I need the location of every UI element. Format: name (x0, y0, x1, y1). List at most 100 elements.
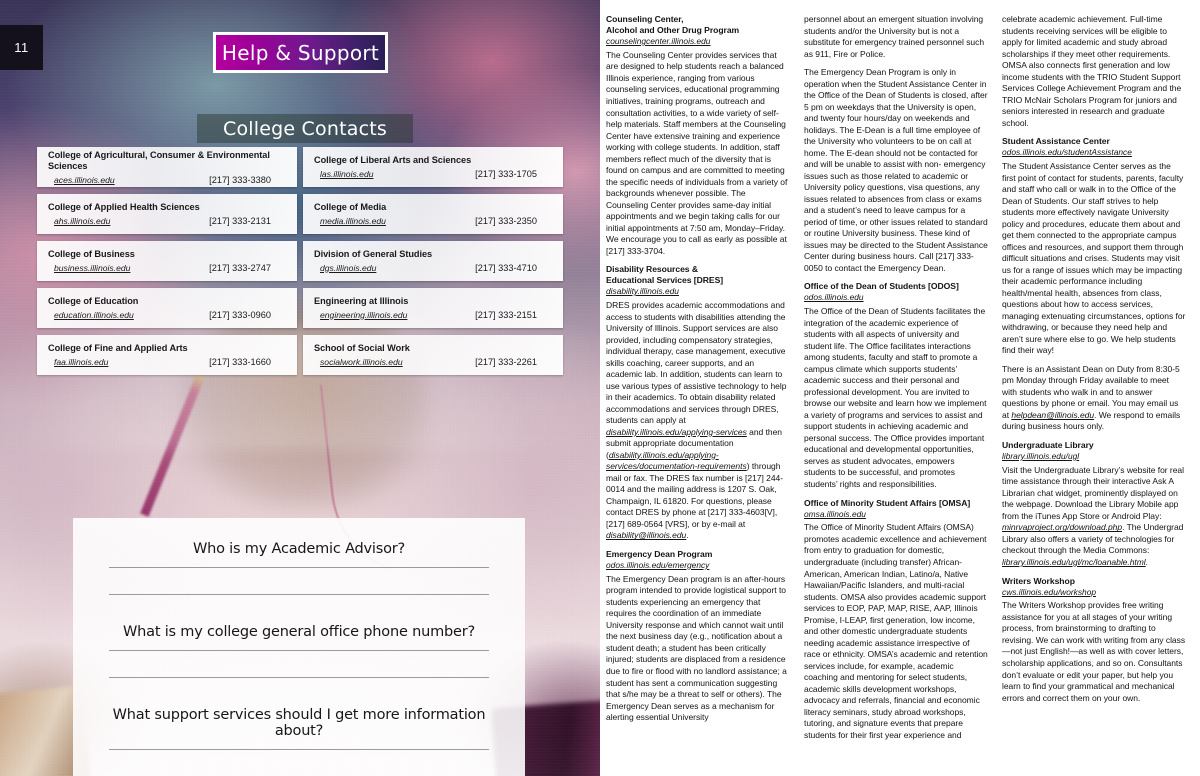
section-title: Office of Minority Student Affairs [OMSA… (804, 497, 971, 508)
reflection-questions-panel: Who is my Academic Advisor? What is my c… (73, 518, 525, 776)
contact-url-link[interactable]: education.illinois.edu (54, 310, 134, 320)
contact-url-link[interactable]: socialwork.illinois.edu (320, 357, 403, 367)
inline-link[interactable]: disability.illinois.edu/applying-service… (606, 427, 747, 437)
contact-phone: [217] 333-2151 (475, 309, 537, 320)
section-body: The Counseling Center provides services … (606, 49, 788, 256)
body-part-a: Visit the Undergraduate Library’s websit… (1002, 464, 1184, 521)
question-text: Who is my Academic Advisor? (192, 541, 406, 557)
section-body: The Office of Minority Student Affairs (… (804, 522, 988, 740)
inline-email-link[interactable]: disability@illinois.edu (606, 530, 686, 540)
help-and-support-banner: Help & Support (213, 32, 388, 73)
section-title: Emergency Dean Program (606, 548, 713, 559)
inline-email-link[interactable]: helpdean@illinois.edu (1011, 410, 1094, 420)
section-title-line2: Educational Services [DRES] (606, 275, 724, 286)
college-contacts-heading-band: College Contacts (197, 114, 413, 143)
contact-url-link[interactable]: ahs.illinois.edu (54, 216, 110, 226)
contact-card: Division of General Studies dgs.illinois… (303, 241, 563, 281)
section-student-assistance-center: Student Assistance Center odos.illinois.… (1002, 136, 1186, 433)
section-url-link[interactable]: odos.illinois.edu (804, 292, 988, 303)
section-url-link[interactable]: omsa.illinois.edu (804, 509, 988, 520)
contact-college-name: College of Media (314, 202, 387, 213)
banner-title: Help & Support (221, 40, 380, 65)
section-title-line1: Disability Resources & (606, 264, 699, 275)
section-url-link[interactable]: counselingcenter.illinois.edu (606, 36, 790, 47)
contact-phone: [217] 333-1705 (475, 168, 537, 179)
section-counseling-center: Counseling Center, Alcohol and Other Dru… (606, 14, 790, 257)
question-block: Who is my Academic Advisor? (109, 536, 489, 595)
contact-phone: [217] 333-2261 (475, 356, 537, 367)
contact-card: College of Media media.illinois.edu [217… (303, 194, 563, 234)
text-column-1: Counseling Center, Alcohol and Other Dru… (606, 14, 790, 770)
contact-card: College of Liberal Arts and Sciences las… (303, 147, 563, 187)
answer-write-line[interactable] (109, 749, 489, 750)
section-title: Undergraduate Library (1002, 439, 1094, 450)
question-text: What support services should I get more … (112, 707, 486, 739)
section-url-link[interactable]: odos.illinois.edu/studentAssistance (1002, 147, 1186, 158)
text-column-3: celebrate academic achievement. Full-tim… (1002, 14, 1186, 770)
contact-url-link[interactable]: aces.illinois.edu (54, 175, 115, 185)
section-title: Student Assistance Center (1002, 136, 1110, 147)
section-title: Writers Workshop (1002, 575, 1075, 586)
inline-link[interactable]: disability.illinois.edu/applying-service… (606, 450, 747, 472)
college-contacts-heading: College Contacts (223, 117, 387, 140)
inline-link[interactable]: library.illinois.edu/ugl/mc/loanable.htm… (1002, 557, 1146, 567)
section-url-link[interactable]: disability.illinois.edu (606, 286, 790, 297)
text-column-2: personnel about an emergent situation in… (804, 14, 988, 770)
continued-paragraph: personnel about an emergent situation in… (804, 14, 985, 59)
contact-card: School of Social Work socialwork.illinoi… (303, 335, 563, 375)
section-body: The Emergency Dean program is an after-h… (606, 573, 787, 723)
contact-college-name: Engineering at Illinois (314, 296, 409, 307)
contact-detail-row: education.illinois.edu [217] 333-0960 (48, 310, 287, 320)
inline-link[interactable]: minrvaproject.org/download.php (1002, 522, 1122, 532)
contact-url-link[interactable]: faa.illinois.edu (54, 357, 108, 367)
contact-detail-row: socialwork.illinois.edu [217] 333-2261 (314, 357, 553, 367)
section-body: Visit the Undergraduate Library’s websit… (1002, 465, 1186, 569)
contact-url-link[interactable]: business.illinois.edu (54, 263, 130, 273)
section-title: Office of the Dean of Students [ODOS] (804, 281, 959, 292)
contact-url-link[interactable]: engineering.illinois.edu (320, 310, 407, 320)
contact-detail-row: business.illinois.edu [217] 333-2747 (48, 263, 287, 273)
section-body: The Writers Workshop provides free writi… (1002, 600, 1186, 703)
contact-detail-row: las.illinois.edu [217] 333-1705 (314, 169, 553, 179)
left-page: 11 Help & Support College Contacts Colle… (0, 0, 600, 776)
answer-write-line[interactable] (109, 567, 489, 568)
body-part-a: DRES provides academic accommodations an… (606, 300, 787, 426)
contact-college-name: College of Agricultural, Consumer & Envi… (48, 149, 270, 172)
answer-write-line[interactable] (109, 650, 489, 651)
section-title: Disability Resources & Educational Servi… (606, 264, 790, 286)
contact-card: College of Fine and Applied Arts faa.ill… (37, 335, 297, 375)
contact-url-link[interactable]: dgs.illinois.edu (320, 263, 376, 273)
contact-detail-row: engineering.illinois.edu [217] 333-2151 (314, 310, 553, 320)
contact-college-name: College of Applied Health Sciences (48, 202, 200, 213)
continued-paragraph: The Emergency Dean Program is only in op… (804, 67, 988, 273)
contact-phone: [217] 333-3380 (209, 174, 271, 185)
right-page: Counseling Center, Alcohol and Other Dru… (600, 0, 1200, 776)
contact-phone: [217] 333-2131 (209, 215, 271, 226)
section-dres: Disability Resources & Educational Servi… (606, 264, 790, 542)
question-block: What is my college general office phone … (109, 619, 489, 678)
contact-detail-row: aces.illinois.edu [217] 333-3380 (48, 175, 287, 185)
section-url-link[interactable]: library.illinois.edu/ugl (1002, 451, 1186, 462)
section-writers-workshop: Writers Workshop cws.illinois.edu/worksh… (1002, 576, 1186, 705)
contact-college-name: College of Education (48, 296, 139, 307)
section-url-link[interactable]: cws.illinois.edu/workshop (1002, 587, 1186, 598)
contact-phone: [217] 333-2747 (209, 262, 271, 273)
college-contacts-grid: College of Agricultural, Consumer & Envi… (37, 147, 563, 375)
contact-phone: [217] 333-2350 (475, 215, 537, 226)
body-part-c: . (1145, 556, 1148, 567)
contact-card: College of Business business.illinois.ed… (37, 241, 297, 281)
section-body: The Student Assistance Center serves as … (1002, 161, 1186, 356)
contact-detail-row: media.illinois.edu [217] 333-2350 (314, 216, 553, 226)
contact-college-name: School of Social Work (314, 343, 410, 354)
section-url-link[interactable]: odos.illinois.edu/emergency (606, 560, 790, 571)
continued-paragraph: celebrate academic achievement. Full-tim… (1002, 14, 1182, 128)
contact-college-name: College of Fine and Applied Arts (48, 343, 188, 354)
contact-url-link[interactable]: las.illinois.edu (320, 169, 374, 179)
contact-college-name: Division of General Studies (314, 249, 433, 260)
contact-url-link[interactable]: media.illinois.edu (320, 216, 386, 226)
section-body: DRES provides academic accommodations an… (606, 300, 790, 542)
contact-detail-row: faa.illinois.edu [217] 333-1660 (48, 357, 287, 367)
answer-write-line[interactable] (109, 677, 489, 678)
contact-card: Engineering at Illinois engineering.illi… (303, 288, 563, 328)
answer-write-line[interactable] (109, 594, 489, 595)
